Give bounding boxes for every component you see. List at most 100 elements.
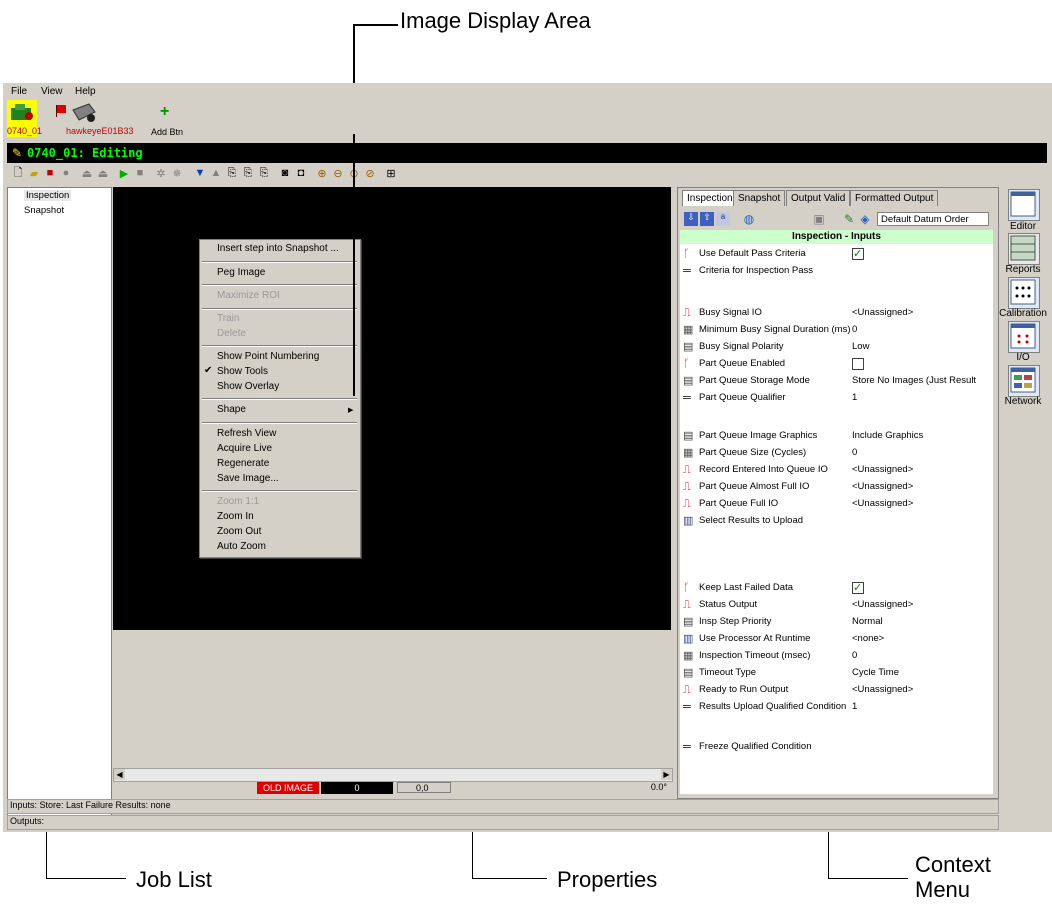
scroll-left-icon[interactable]: ◀ [114, 769, 125, 780]
property-checkbox[interactable] [852, 358, 864, 370]
property-row[interactable]: ▥ Select Results to Upload [680, 513, 992, 530]
menu-item-zoom-in[interactable]: Zoom In [217, 511, 254, 522]
tools2-icon[interactable]: ✵ [170, 166, 184, 180]
property-value[interactable]: Store No Images (Just Result [852, 375, 980, 386]
property-value[interactable]: <Unassigned> [852, 464, 980, 475]
save-icon[interactable]: ■ [43, 166, 57, 180]
menu-item-show-point-numbering[interactable]: Show Point Numbering [217, 351, 319, 362]
job-list-item-snapshot[interactable]: Snapshot [24, 205, 64, 216]
zoom-reset-icon[interactable]: ⊘ [363, 166, 377, 180]
property-row[interactable]: ▦ Minimum Busy Signal Duration (ms) 0 [680, 322, 992, 339]
property-row[interactable]: ═ Criteria for Inspection Pass [680, 263, 992, 280]
horizontal-scrollbar[interactable]: ◀ ▶ [113, 768, 673, 782]
download-icon[interactable]: ⏏ [96, 166, 110, 180]
run-icon[interactable]: ▶ [117, 166, 131, 180]
zoom-in-icon[interactable]: ⊕ [315, 166, 329, 180]
property-value[interactable]: <Unassigned> [852, 498, 980, 509]
network-button[interactable] [1008, 365, 1040, 397]
image-display-area[interactable] [113, 187, 671, 630]
io-button[interactable] [1008, 321, 1040, 353]
open-folder-icon[interactable]: ▰ [27, 166, 41, 180]
pen-icon[interactable]: ✎ [842, 212, 856, 226]
property-row[interactable]: ═ Results Upload Qualified Condition 1 [680, 699, 992, 716]
zoom-out-icon[interactable]: ⊖ [331, 166, 345, 180]
datum-order-field[interactable]: Default Datum Order [877, 212, 989, 226]
menu-file[interactable]: File [11, 86, 27, 97]
arrow-up-icon[interactable]: ▲ [209, 166, 223, 180]
reports-button[interactable] [1008, 233, 1040, 265]
property-value[interactable]: Normal [852, 616, 980, 627]
property-row[interactable]: ▤ Timeout Type Cycle Time [680, 665, 992, 682]
globe-icon[interactable]: ◍ [742, 212, 756, 226]
datum-icon[interactable]: ◈ [858, 212, 872, 226]
property-checkbox[interactable]: ✓ [852, 248, 864, 260]
arrow-down-icon[interactable]: ▼ [193, 166, 207, 180]
menu-item-peg-image[interactable]: Peg Image [217, 267, 265, 278]
property-value[interactable]: Cycle Time [852, 667, 980, 678]
property-row[interactable]: ⎍ Ready to Run Output <Unassigned> [680, 682, 992, 699]
menu-item-show-overlay[interactable]: Show Overlay [217, 381, 279, 392]
upload-icon[interactable]: ⏏ [80, 166, 94, 180]
property-row[interactable]: ▤ Insp Step Priority Normal [680, 614, 992, 631]
stop-icon[interactable]: ■ [133, 166, 147, 180]
tools-icon[interactable]: ✲ [154, 166, 168, 180]
property-value[interactable]: <Unassigned> [852, 684, 980, 695]
grid-icon[interactable]: ▣ [812, 212, 826, 226]
menu-item-insert-step[interactable]: Insert step into Snapshot ... [217, 243, 339, 254]
job-list-item-inspection[interactable]: Inspection [24, 190, 72, 201]
menu-item-shape[interactable]: Shape [217, 404, 246, 415]
property-value[interactable]: <Unassigned> [852, 599, 980, 610]
property-row[interactable]: ⎍ Record Entered Into Queue IO <Unassigned… [680, 462, 992, 479]
camera-snap-icon[interactable]: ◙ [278, 166, 292, 180]
property-value[interactable]: 0 [852, 650, 980, 661]
menu-view[interactable]: View [41, 86, 63, 97]
property-value[interactable]: <Unassigned> [852, 307, 980, 318]
property-row[interactable]: ▤ Busy Signal Polarity Low [680, 339, 992, 356]
property-value[interactable]: <none> [852, 633, 980, 644]
step-append-icon[interactable]: ⎘ [241, 166, 255, 180]
property-checkbox[interactable]: ✓ [852, 582, 864, 594]
sort-down-icon[interactable]: ⇩ [684, 212, 698, 226]
property-row[interactable]: ▥ Use Processor At Runtime <none> [680, 631, 992, 648]
tab-formatted-output[interactable]: Formatted Output [850, 190, 939, 206]
new-file-icon[interactable]: 🗋 [11, 166, 25, 180]
property-row[interactable]: ᚴ Keep Last Failed Data ✓ [680, 580, 992, 597]
property-row[interactable]: ▦ Inspection Timeout (msec) 0 [680, 648, 992, 665]
menu-item-auto-zoom[interactable]: Auto Zoom [217, 541, 266, 552]
editor-button[interactable] [1008, 189, 1040, 221]
property-row[interactable]: ᚴ Use Default Pass Criteria ✓ [680, 246, 992, 263]
property-row[interactable]: ⎍ Busy Signal IO <Unassigned> [680, 305, 992, 322]
property-row[interactable]: ⎍ Status Output <Unassigned> [680, 597, 992, 614]
property-value[interactable]: 1 [852, 392, 980, 403]
scroll-right-icon[interactable]: ▶ [661, 769, 672, 780]
property-value[interactable]: 0 [852, 447, 980, 458]
menu-item-acquire-live[interactable]: Acquire Live [217, 443, 272, 454]
device-button-0740-01[interactable]: 0740_01 [7, 100, 42, 137]
tab-inspection[interactable]: Inspection [682, 190, 738, 206]
property-value[interactable]: Low [852, 341, 980, 352]
tab-output-valid[interactable]: Output Valid [786, 190, 851, 206]
sort-up-icon[interactable]: ⇧ [700, 212, 714, 226]
menu-item-zoom-out[interactable]: Zoom Out [217, 526, 261, 537]
device-button-hawkeye[interactable]: hawkeyeE01B33 [55, 100, 134, 137]
property-value[interactable]: Include Graphics [852, 430, 980, 441]
property-row[interactable]: ═ Freeze Qualified Condition [680, 739, 992, 756]
property-row[interactable]: ⎍ Part Queue Almost Full IO <Unassigned> [680, 479, 992, 496]
alpha-sort-icon[interactable]: a [716, 212, 730, 226]
property-value[interactable]: <Unassigned> [852, 481, 980, 492]
add-button[interactable]: + Add Btn [148, 103, 188, 137]
menu-item-refresh-view[interactable]: Refresh View [217, 428, 276, 439]
mode-icon[interactable]: ● [59, 166, 73, 180]
properties-icon[interactable]: ⊞ [384, 166, 398, 180]
property-row[interactable]: ▤ Part Queue Storage Mode Store No Images … [680, 373, 992, 390]
camera-live-icon[interactable]: ◘ [294, 166, 308, 180]
property-value[interactable]: 1 [852, 701, 980, 712]
menu-item-regenerate[interactable]: Regenerate [217, 458, 269, 469]
step-insert-icon[interactable]: ⎘ [225, 166, 239, 180]
tab-snapshot[interactable]: Snapshot [733, 190, 786, 206]
step-child-icon[interactable]: ⎘ [257, 166, 271, 180]
property-row[interactable]: ⎍ Part Queue Full IO <Unassigned> [680, 496, 992, 513]
property-value[interactable]: 0 [852, 324, 980, 335]
menu-help[interactable]: Help [75, 86, 96, 97]
menu-item-save-image[interactable]: Save Image... [217, 473, 279, 484]
